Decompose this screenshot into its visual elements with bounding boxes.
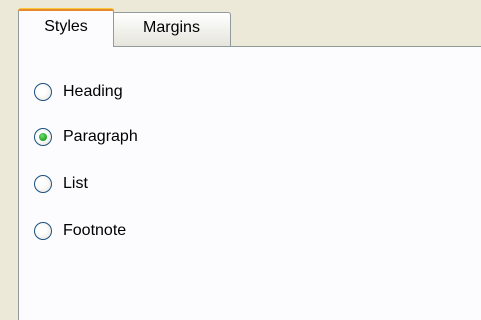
radio-paragraph-label: Paragraph <box>63 128 138 145</box>
radio-button-icon[interactable] <box>34 222 52 240</box>
radio-footnote[interactable]: Footnote <box>34 219 126 243</box>
tab-strip: Margins Styles <box>0 0 481 47</box>
radio-button-icon[interactable] <box>34 83 52 101</box>
radio-heading-label: Heading <box>63 83 123 100</box>
tab-margins[interactable]: Margins <box>112 12 231 46</box>
tab-styles-label: Styles <box>44 18 88 35</box>
radio-paragraph[interactable]: Paragraph <box>34 125 138 149</box>
radio-heading[interactable]: Heading <box>34 80 123 104</box>
styles-panel: Heading Paragraph List Footnote <box>18 46 481 320</box>
tab-hot-highlight <box>18 8 114 11</box>
radio-button-icon[interactable] <box>34 175 52 193</box>
tab-margins-label: Margins <box>143 19 200 36</box>
radio-list[interactable]: List <box>34 172 88 196</box>
radio-dot-icon <box>39 133 47 141</box>
radio-list-label: List <box>63 175 88 192</box>
radio-footnote-label: Footnote <box>63 222 127 239</box>
radio-button-selected-icon[interactable] <box>34 128 52 146</box>
tab-control: Margins Styles Heading Paragraph List Fo… <box>0 0 481 320</box>
tab-styles[interactable]: Styles <box>18 8 114 47</box>
